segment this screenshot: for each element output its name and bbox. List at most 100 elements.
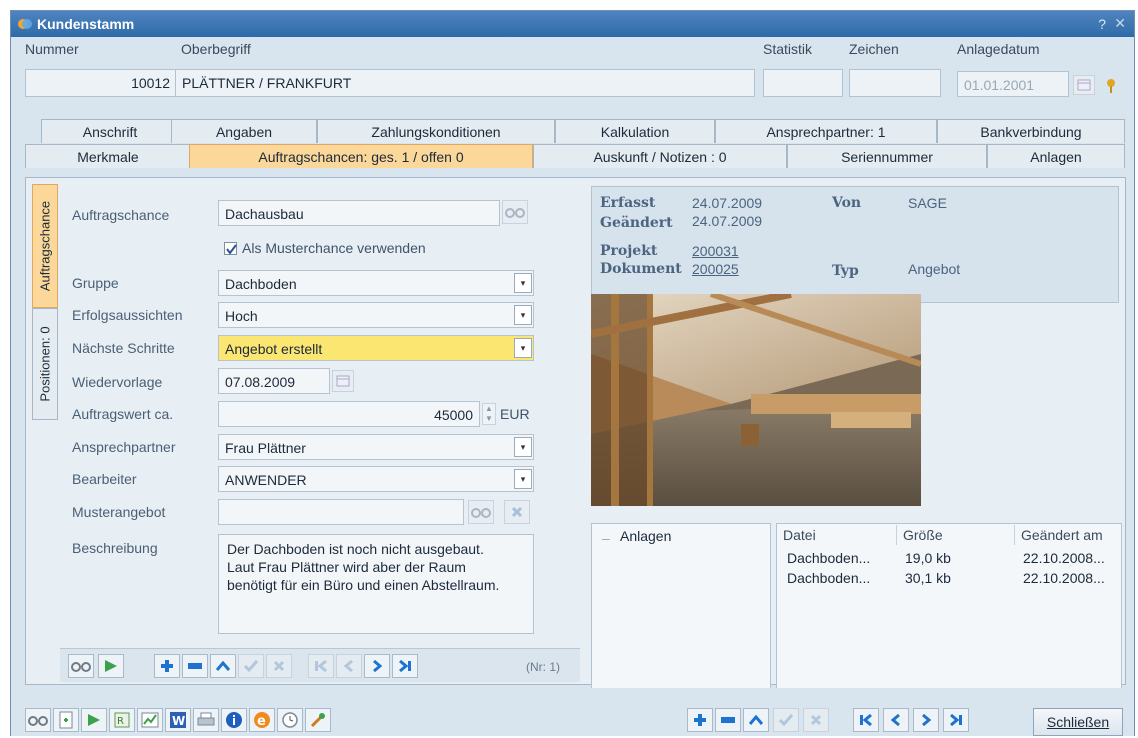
report-icon[interactable]: R (109, 708, 135, 732)
first-record-button[interactable] (853, 708, 879, 732)
gruppe-field[interactable]: Dachboden (218, 270, 534, 296)
auftragschance-field[interactable]: Dachausbau (218, 200, 500, 226)
side-tab-auftragschance[interactable]: Auftragschance (32, 184, 58, 308)
green-arrow-icon[interactable] (98, 654, 124, 678)
column-header-groesse[interactable]: Größe (897, 525, 1015, 545)
glasses-icon[interactable] (68, 654, 94, 678)
tab-seriennummer[interactable]: Seriennummer (787, 144, 987, 168)
confirm-button[interactable] (773, 708, 799, 732)
wiedervorlage-field[interactable]: 07.08.2009 (218, 368, 330, 394)
dokument-link[interactable]: 200025 (692, 261, 739, 277)
gruppe-dropdown-chevron-icon[interactable]: ▾ (514, 273, 532, 293)
tab-anschrift[interactable]: Anschrift (41, 119, 179, 143)
naechste-schritte-dropdown-chevron-icon[interactable]: ▾ (514, 338, 532, 358)
wiedervorlage-label: Wiedervorlage (72, 374, 163, 390)
erfolgsaussichten-dropdown-chevron-icon[interactable]: ▾ (514, 305, 532, 325)
close-window-button[interactable]: ✕ (1114, 15, 1126, 32)
cancel-button[interactable] (803, 708, 829, 732)
musterangebot-field[interactable] (218, 499, 464, 525)
ansprechpartner-field[interactable]: Frau Plättner (218, 434, 534, 460)
title-bar: Kundenstamm ? ✕ (11, 11, 1134, 37)
musterchance-checkbox[interactable] (224, 242, 237, 255)
bearbeiter-field[interactable]: ANWENDER (218, 466, 534, 492)
tab-auftragschancen[interactable]: Auftragschancen: ges. 1 / offen 0 (189, 144, 533, 168)
musterangebot-lookup-button[interactable] (468, 500, 494, 524)
green-arrow-icon[interactable] (81, 708, 107, 732)
tab-auskunft-notizen[interactable]: Auskunft / Notizen : 0 (533, 144, 787, 168)
oberbegriff-label: Oberbegriff (181, 41, 251, 57)
anlagedatum-label: Anlagedatum (957, 41, 1040, 57)
previous-record-button[interactable] (336, 654, 362, 678)
svg-text:e: e (257, 714, 266, 729)
statistik-field[interactable] (763, 69, 843, 97)
geaendert-label: Geändert (600, 215, 673, 231)
glasses-icon[interactable] (25, 708, 51, 732)
erfolgsaussichten-label: Erfolgsaussichten (72, 307, 183, 323)
von-label: Von (832, 195, 862, 211)
info-icon[interactable] (221, 708, 247, 732)
tab-merkmale[interactable]: Merkmale (25, 144, 191, 168)
column-header-datei[interactable]: Datei (777, 525, 897, 545)
cell-geaendert-am: 22.10.2008... (1023, 550, 1105, 566)
oberbegriff-field[interactable]: PLÄTTNER / FRANKFURT (175, 69, 755, 97)
move-up-button[interactable] (210, 654, 236, 678)
first-record-button[interactable] (308, 654, 334, 678)
new-document-icon[interactable] (53, 708, 79, 732)
beschreibung-textarea[interactable]: Der Dachboden ist noch nicht ausgebaut. … (218, 534, 534, 634)
nummer-label: Nummer (25, 41, 79, 57)
glasses-lookup-button[interactable] (502, 200, 528, 224)
calendar-icon (1073, 75, 1095, 95)
last-record-button[interactable] (943, 708, 969, 732)
musterangebot-clear-button[interactable] (504, 500, 530, 524)
tab-kalkulation[interactable]: Kalkulation (555, 119, 715, 143)
clock-icon[interactable] (277, 708, 303, 732)
cancel-button[interactable] (266, 654, 292, 678)
svg-text:W: W (172, 714, 185, 728)
previous-record-button[interactable] (883, 708, 909, 732)
erfasst-value: 24.07.2009 (692, 195, 763, 211)
erfasst-label: Erfasst (600, 195, 656, 211)
email-icon[interactable]: e (249, 708, 275, 732)
next-record-button[interactable] (913, 708, 939, 732)
von-value: SAGE (908, 195, 947, 211)
column-header-geaendert-am[interactable]: Geändert am (1015, 525, 1121, 545)
chart-icon[interactable] (137, 708, 163, 732)
schliessen-button[interactable]: Schließen (1033, 708, 1123, 736)
auftragswert-spinner[interactable]: ▲ ▼ (482, 403, 496, 425)
help-button[interactable]: ? (1098, 16, 1106, 32)
delete-record-button[interactable] (182, 654, 208, 678)
beschreibung-label: Beschreibung (72, 540, 158, 556)
key-icon[interactable] (1103, 77, 1119, 95)
musterchance-label: Als Musterchance verwenden (242, 240, 426, 256)
up-button[interactable] (743, 708, 769, 732)
attachments-tree[interactable]: – Anlagen (591, 523, 771, 689)
projekt-link[interactable]: 200031 (692, 243, 739, 259)
side-tab-positionen[interactable]: Positionen: 0 (32, 308, 58, 420)
attachments-file-list: Datei Größe Geändert am Dachboden... 19,… (776, 523, 1122, 689)
word-icon[interactable]: W (165, 708, 191, 732)
tab-ansprechpartner[interactable]: Ansprechpartner: 1 (715, 119, 937, 143)
auftragswert-field[interactable]: 45000 (218, 401, 480, 427)
tools-icon[interactable] (305, 708, 331, 732)
wiedervorlage-calendar-icon[interactable] (332, 370, 354, 392)
nummer-field[interactable]: 10012 (25, 69, 177, 97)
zeichen-label: Zeichen (849, 41, 899, 57)
cell-groesse: 30,1 kb (905, 570, 951, 586)
tab-bankverbindung[interactable]: Bankverbindung (937, 119, 1125, 143)
remove-button[interactable] (715, 708, 741, 732)
printer-icon[interactable] (193, 708, 219, 732)
confirm-button[interactable] (238, 654, 264, 678)
tab-angaben[interactable]: Angaben (171, 119, 317, 143)
last-record-button[interactable] (392, 654, 418, 678)
zeichen-field[interactable] (849, 69, 941, 97)
erfolgsaussichten-field[interactable]: Hoch (218, 302, 534, 328)
add-record-button[interactable] (154, 654, 180, 678)
next-record-button[interactable] (364, 654, 390, 678)
tab-zahlungskonditionen[interactable]: Zahlungskonditionen (317, 119, 555, 143)
tree-root-anlagen[interactable]: Anlagen (620, 528, 671, 544)
add-button[interactable] (687, 708, 713, 732)
naechste-schritte-field[interactable]: Angebot erstellt (218, 335, 534, 361)
ansprechpartner-dropdown-chevron-icon[interactable]: ▾ (514, 437, 532, 457)
tab-anlagen[interactable]: Anlagen (987, 144, 1125, 168)
bearbeiter-dropdown-chevron-icon[interactable]: ▾ (514, 469, 532, 489)
